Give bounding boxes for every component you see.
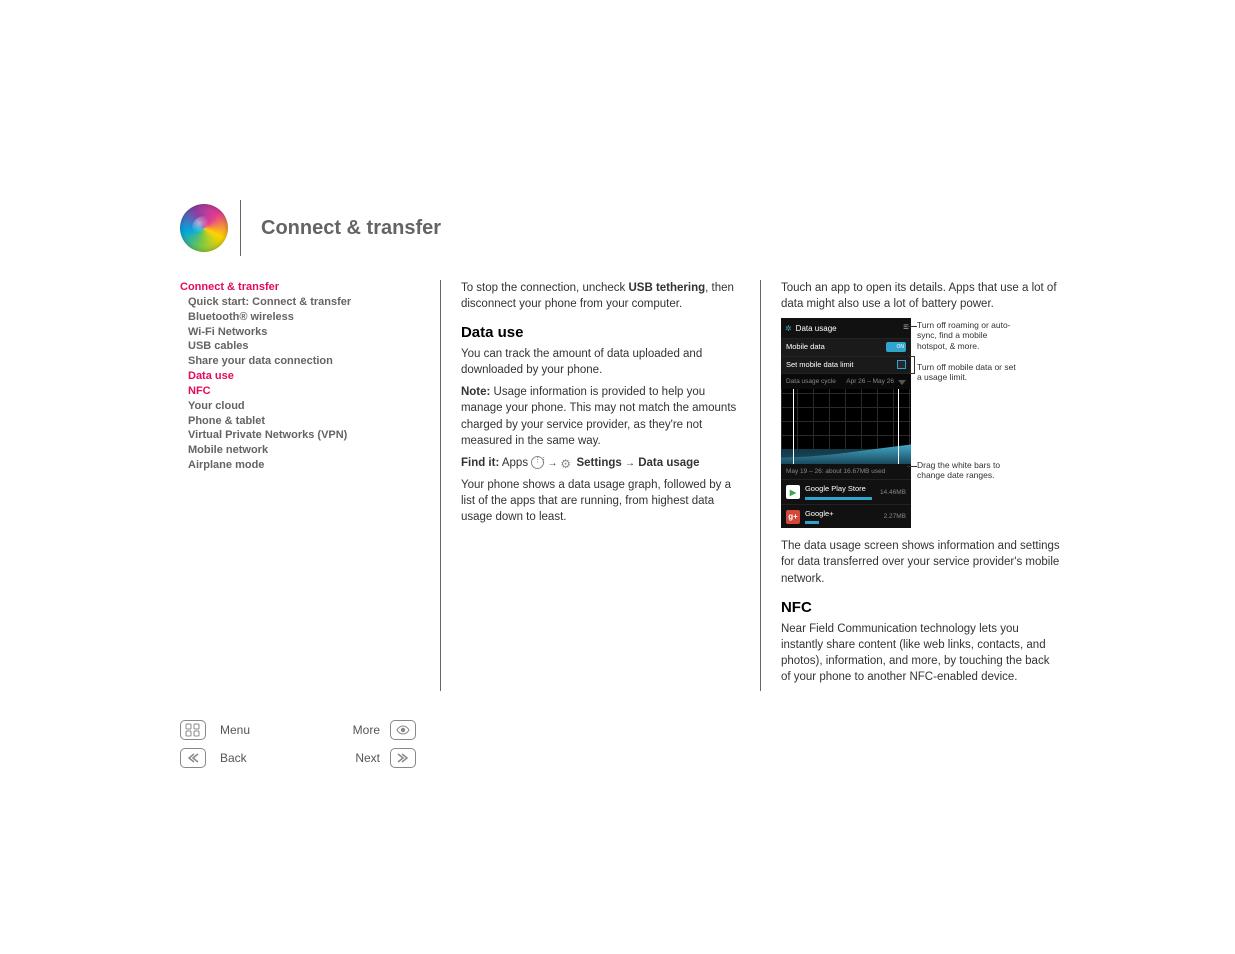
back-icon[interactable]: [180, 748, 206, 768]
dropdown-icon[interactable]: [898, 380, 906, 385]
back-label[interactable]: Back: [216, 750, 297, 766]
google-plus-icon: g+: [786, 510, 800, 524]
app-row[interactable]: g+ Google+ 2.27MB: [781, 504, 911, 529]
phone-menu-icon: ≡: [903, 321, 907, 335]
column-divider-2: [760, 280, 761, 691]
gear-icon: [560, 456, 573, 469]
app-size: 2.27MB: [884, 512, 906, 521]
set-limit-row: Set mobile data limit: [781, 356, 911, 374]
phone-titlebar: ✲ Data usage ≡: [781, 318, 911, 338]
play-store-icon: ▶: [786, 485, 800, 499]
sidebar-item[interactable]: Virtual Private Networks (VPN): [188, 428, 420, 443]
callout-limit: Turn off mobile data or set a usage limi…: [917, 362, 1017, 382]
more-icon[interactable]: [390, 720, 416, 740]
set-limit-checkbox[interactable]: [897, 360, 906, 369]
touch-app-text: Touch an app to open its details. Apps t…: [781, 280, 1060, 312]
sidebar-section-title[interactable]: Connect & transfer: [180, 280, 420, 295]
find-it-line: Find it: Apps → Settings → Data usage: [461, 455, 740, 471]
app-size: 14.46MB: [880, 488, 906, 497]
sidebar: Connect & transfer Quick start: Connect …: [180, 280, 420, 691]
phone-screenshot: ✲ Data usage ≡ Mobile data ON Set mobile…: [781, 318, 911, 528]
phone-gear-icon: ✲: [785, 323, 792, 334]
sidebar-item[interactable]: Wi-Fi Networks: [188, 325, 420, 340]
next-icon[interactable]: [390, 748, 416, 768]
set-limit-label: Set mobile data limit: [786, 360, 854, 371]
header-divider: [240, 200, 241, 256]
phone-title: Data usage: [796, 323, 837, 334]
callout-roaming: Turn off roaming or auto-sync, find a mo…: [917, 320, 1017, 351]
content-column-2: Touch an app to open its details. Apps t…: [781, 280, 1060, 691]
usage-chart: [781, 389, 911, 464]
sidebar-item[interactable]: Airplane mode: [188, 458, 420, 473]
menu-label[interactable]: Menu: [216, 722, 297, 738]
mobile-data-label: Mobile data: [786, 342, 825, 353]
motorola-logo: [180, 204, 228, 252]
callout-drag-bars: Drag the white bars to change date range…: [917, 460, 1017, 480]
nfc-body-text: Near Field Communication technology lets…: [781, 621, 1060, 685]
nfc-heading: NFC: [781, 597, 1060, 618]
data-usage-figure: ✲ Data usage ≡ Mobile data ON Set mobile…: [781, 318, 1060, 528]
mobile-data-toggle[interactable]: ON: [886, 342, 906, 352]
cycle-value[interactable]: Apr 26 – May 26: [846, 377, 894, 386]
sidebar-item[interactable]: Share your data connection: [188, 354, 420, 369]
screen-desc-text: The data usage screen shows information …: [781, 538, 1060, 586]
column-divider-1: [440, 280, 441, 691]
cycle-row: Data usage cycle Apr 26 – May 26: [781, 373, 911, 389]
next-label[interactable]: Next: [303, 750, 384, 766]
sidebar-item[interactable]: Phone & tablet: [188, 414, 420, 429]
sidebar-item[interactable]: USB cables: [188, 339, 420, 354]
page-title: Connect & transfer: [261, 217, 441, 240]
cycle-label: Data usage cycle: [786, 377, 836, 386]
range-handle-left[interactable]: [793, 389, 794, 464]
app-name: Google+: [805, 509, 884, 520]
mobile-data-row: Mobile data ON: [781, 338, 911, 356]
stop-connection-text: To stop the connection, uncheck USB teth…: [461, 280, 740, 312]
app-usage-bar: [805, 497, 872, 500]
usage-caption: May 19 – 26: about 16.67MB used: [781, 464, 911, 479]
sidebar-item[interactable]: Mobile network: [188, 443, 420, 458]
note-text: Note: Usage information is provided to h…: [461, 384, 740, 448]
range-handle-right[interactable]: [898, 389, 899, 464]
menu-icon[interactable]: [180, 720, 206, 740]
sidebar-item[interactable]: Quick start: Connect & transfer: [188, 295, 420, 310]
content-column-1: To stop the connection, uncheck USB teth…: [461, 280, 740, 691]
apps-icon: [531, 456, 544, 469]
graph-desc-text: Your phone shows a data usage graph, fol…: [461, 477, 740, 525]
app-name: Google Play Store: [805, 484, 880, 495]
data-use-heading: Data use: [461, 322, 740, 343]
track-text: You can track the amount of data uploade…: [461, 346, 740, 378]
app-row[interactable]: ▶ Google Play Store 14.46MB: [781, 479, 911, 504]
header: Connect & transfer: [180, 200, 1060, 256]
app-usage-bar: [805, 521, 819, 524]
more-label[interactable]: More: [303, 722, 384, 738]
nav-bar: Menu More Back Next: [180, 720, 420, 768]
sidebar-item[interactable]: Your cloud: [188, 399, 420, 414]
sidebar-item[interactable]: Data use: [188, 369, 420, 384]
sidebar-item[interactable]: NFC: [188, 384, 420, 399]
sidebar-item[interactable]: Bluetooth® wireless: [188, 310, 420, 325]
